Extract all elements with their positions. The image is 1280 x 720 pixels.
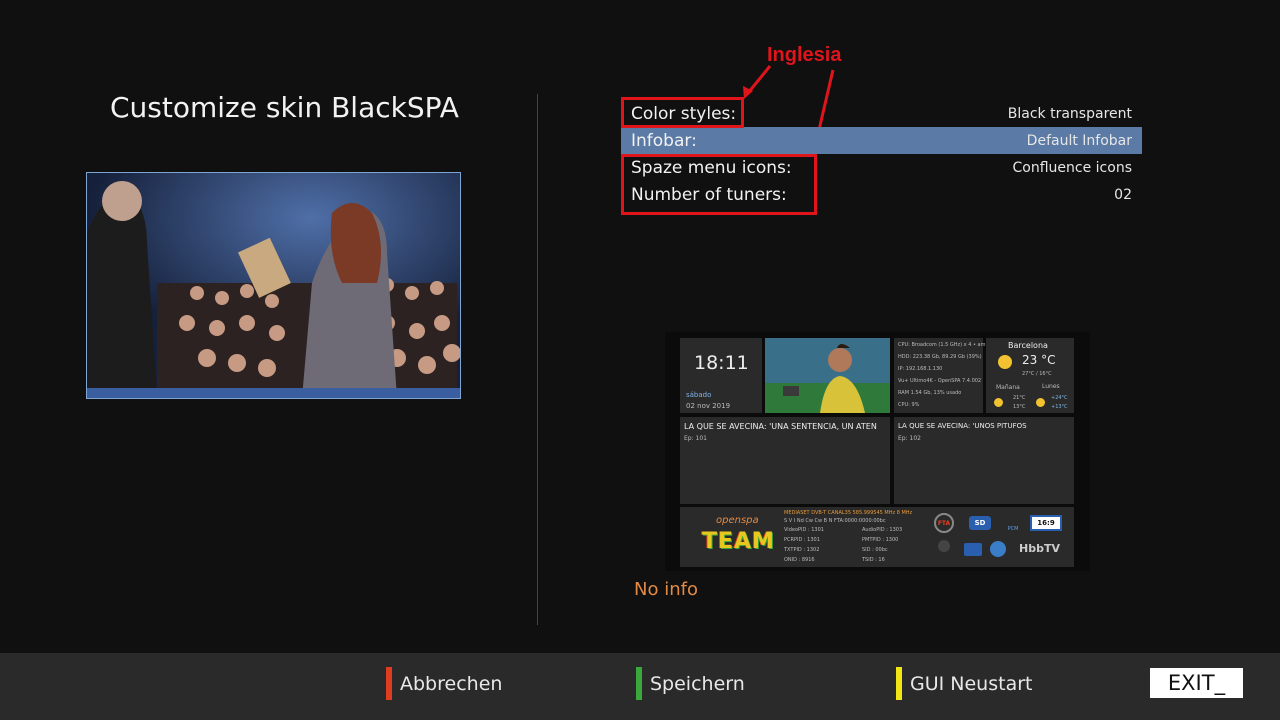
tech-info-panel: openspa TEAM MEDIASET DVB-T CANAL35 585.… <box>680 507 1074 567</box>
menu-item-value: Default Infobar <box>1026 132 1132 149</box>
save-button-label: Speichern <box>650 672 745 695</box>
weather-next-max: +24°C <box>1051 395 1068 401</box>
weather-range: 27°C / 16°C <box>1022 371 1052 377</box>
weather-temp: 23 °C <box>1022 353 1056 367</box>
menu-item-value: Confluence icons <box>1012 159 1132 176</box>
clock-panel: 18:11 sábado 02 nov 2019 <box>680 338 762 413</box>
openspa-logo-text: openspa <box>716 515 759 526</box>
sysinfo-line: Vu+ Ultimo4K - OpenSPA 7.4.002 <box>898 378 982 384</box>
menu-item-label: Infobar: <box>631 130 697 151</box>
infobar-skin-preview: 18:11 sábado 02 nov 2019 CPU: Broadcom (… <box>665 332 1090 571</box>
sun-cloud-icon <box>994 398 1003 407</box>
hbbtv-badge: HbbTV <box>1019 542 1060 555</box>
clock-date: 02 nov 2019 <box>686 402 731 410</box>
page-title: Customize skin BlackSPA <box>110 91 459 124</box>
system-info-panel: CPU: Broadcom (1.5 GHz) x 4 • am HDD: 22… <box>894 338 986 413</box>
tsid: TSID : 16 <box>862 557 885 563</box>
sid: SID : 00bc <box>862 547 888 553</box>
weather-tomorrow-min: 13°C <box>1013 404 1026 410</box>
sysinfo-line: IP: 192.168.1.130 <box>898 366 943 372</box>
green-key-indicator <box>636 667 642 700</box>
channel-line: MEDIASET DVB-T CANAL35 585.999545 MHz 8 … <box>784 510 913 516</box>
weather-next-label: Lunes <box>1042 383 1060 390</box>
sysinfo-line: HDD: 223.38 Gb, 89.29 Gb (39%) <box>898 354 982 360</box>
clock-day: sábado <box>686 391 712 399</box>
channel-thumbnail <box>765 338 890 413</box>
weather-next-min: +13°C <box>1051 404 1068 410</box>
pcm-badge-icon: PCM <box>1007 526 1019 532</box>
tv-icon <box>964 543 982 556</box>
gui-restart-button-label: GUI Neustart <box>910 672 1033 695</box>
sysinfo-line: CPU: Broadcom (1.5 GHz) x 4 • am <box>898 342 986 348</box>
epg-next-panel: LA QUE SE AVECINA: 'UNOS PITUFOS Ep: 102 <box>894 417 1074 504</box>
epg-next-ep: Ep: 102 <box>898 435 921 442</box>
red-cancel-button[interactable]: Abbrechen <box>386 667 502 700</box>
weather-tomorrow-label: Mañana <box>996 384 1020 391</box>
epg-now-title: LA QUE SE AVECINA: 'UNA SENTENCIA, UN AT… <box>684 422 877 431</box>
annotation-box-color-styles <box>621 97 744 128</box>
pcr-pid: PCRPID : 1301 <box>784 537 820 543</box>
no-info-text: No info <box>634 579 698 600</box>
cancel-button-label: Abbrechen <box>400 672 503 695</box>
epg-now-ep: Ep: 101 <box>684 435 707 442</box>
red-key-indicator <box>386 667 392 700</box>
openspa-team-logo: openspa TEAM <box>686 513 776 563</box>
sysinfo-line: RAM 1.54 Gb, 13% usado <box>898 390 962 396</box>
green-save-button[interactable]: Speichern <box>636 667 745 700</box>
menu-item-value: Black transparent <box>1007 105 1132 122</box>
caid-line: S V I Nd Cw Cw B N FTA:0000:0000:00bc <box>784 518 886 524</box>
video-pid: VideoPID : 1301 <box>784 527 824 533</box>
vertical-divider <box>537 94 538 625</box>
disc-icon <box>938 540 950 552</box>
clock-time: 18:11 <box>694 352 749 374</box>
menu-item-value: 02 <box>1114 186 1132 203</box>
yellow-gui-restart-button[interactable]: GUI Neustart <box>896 667 1032 700</box>
ratio-badge-icon: 16:9 <box>1030 515 1062 531</box>
sun-cloud-icon <box>1036 398 1045 407</box>
globe-icon <box>990 541 1006 557</box>
team-logo-text: TEAM <box>702 529 775 554</box>
exit-button[interactable]: EXIT_ <box>1150 668 1243 698</box>
epg-now-panel: LA QUE SE AVECINA: 'UNA SENTENCIA, UN AT… <box>680 417 890 504</box>
weather-tomorrow-max: 21°C <box>1013 395 1026 401</box>
weather-city: Barcelona <box>1008 341 1048 350</box>
yellow-key-indicator <box>896 667 902 700</box>
annotation-label: Inglesia <box>767 44 842 66</box>
sd-badge-icon: SD <box>969 516 991 530</box>
txt-pid: TXTPID : 1302 <box>784 547 820 553</box>
pmt-pid: PMTPID : 1300 <box>862 537 899 543</box>
sysinfo-line: CPU: 9% <box>898 402 920 408</box>
fta-badge-icon: FTA <box>934 513 954 533</box>
menu-item-infobar[interactable]: Infobar: Default Infobar <box>621 127 1142 154</box>
audio-pid: AudioPID : 1303 <box>862 527 903 533</box>
weather-panel: Barcelona 23 °C 27°C / 16°C Mañana Lunes… <box>986 338 1074 413</box>
video-preview <box>86 172 461 399</box>
onid: ONID : 8916 <box>784 557 815 563</box>
epg-next-title: LA QUE SE AVECINA: 'UNOS PITUFOS <box>898 422 1027 430</box>
annotation-box-icons-tuners <box>621 154 817 215</box>
sun-cloud-icon <box>998 355 1012 369</box>
